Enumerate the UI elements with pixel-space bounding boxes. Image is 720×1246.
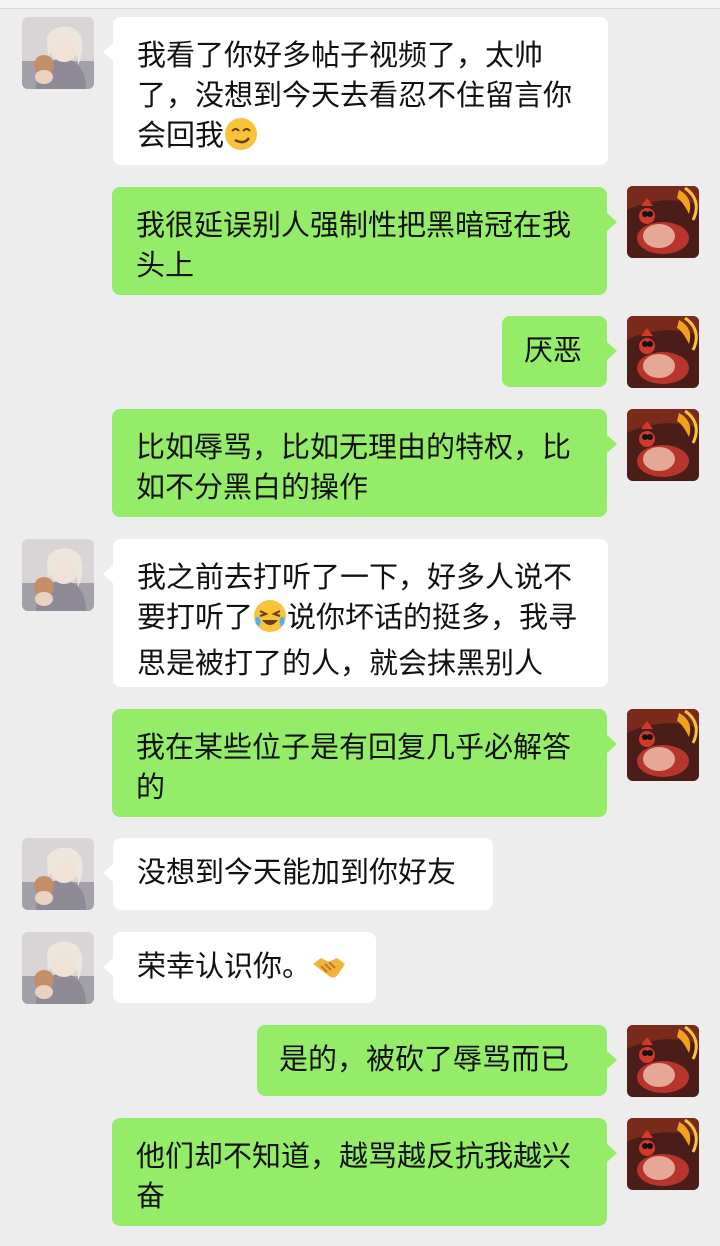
message-text: 荣幸认识你。 — [137, 949, 312, 983]
my-avatar[interactable] — [627, 1025, 699, 1097]
message-text: 比如辱骂，比如无理由的特权，比如不分黑白的操作 — [136, 430, 572, 504]
contact-avatar[interactable] — [22, 838, 94, 910]
message-text: 他们却不知道，越骂越反抗我越兴奋 — [136, 1139, 572, 1213]
message-bubble[interactable]: 我之前去打听了一下，好多人说不要打听了 说你坏话的挺多，我寻思是被打了的人，就会抹… — [103, 539, 608, 687]
message-bubble[interactable]: 我看了你好多帖子视频了，太帅了，没想到今天去看忍不住留言你会回我 — [103, 17, 608, 165]
message-bubble[interactable]: 他们却不知道，越骂越反抗我越兴奋 — [112, 1118, 617, 1226]
handshake-icon — [311, 952, 347, 992]
message-text: 是的，被砍了辱骂而已 — [279, 1042, 570, 1076]
message-bubble[interactable]: 没想到今天能加到你好友 — [103, 838, 493, 910]
contact-avatar[interactable] — [22, 932, 94, 1004]
message-text: 厌恶 — [524, 333, 583, 367]
my-avatar[interactable] — [627, 1118, 699, 1190]
message-text: 我在某些位子是有回复几乎必解答的 — [136, 730, 572, 804]
message-bubble[interactable]: 比如辱骂，比如无理由的特权，比如不分黑白的操作 — [112, 409, 617, 517]
top-status-strip — [0, 0, 720, 9]
message-bubble[interactable]: 是的，被砍了辱骂而已 — [257, 1025, 617, 1096]
message-bubble[interactable]: 厌恶 — [502, 316, 617, 387]
cry-laugh-face-icon — [253, 599, 287, 643]
my-avatar[interactable] — [627, 409, 699, 481]
message-bubble[interactable]: 荣幸认识你。 — [103, 932, 376, 1003]
my-avatar[interactable] — [627, 316, 699, 388]
smirk-face-icon — [224, 117, 258, 161]
message-text: 我看了你好多帖子视频了，太帅了，没想到今天去看忍不住留言你会回我 — [137, 38, 573, 152]
my-avatar[interactable] — [627, 186, 699, 258]
contact-avatar[interactable] — [22, 17, 94, 89]
message-bubble[interactable]: 我很延误别人强制性把黑暗冠在我头上 — [112, 187, 617, 295]
message-text: 我很延误别人强制性把黑暗冠在我头上 — [136, 208, 572, 282]
message-bubble[interactable]: 我在某些位子是有回复几乎必解答的 — [112, 709, 617, 817]
message-text: 没想到今天能加到你好友 — [137, 855, 457, 889]
contact-avatar[interactable] — [22, 539, 94, 611]
my-avatar[interactable] — [627, 709, 699, 781]
